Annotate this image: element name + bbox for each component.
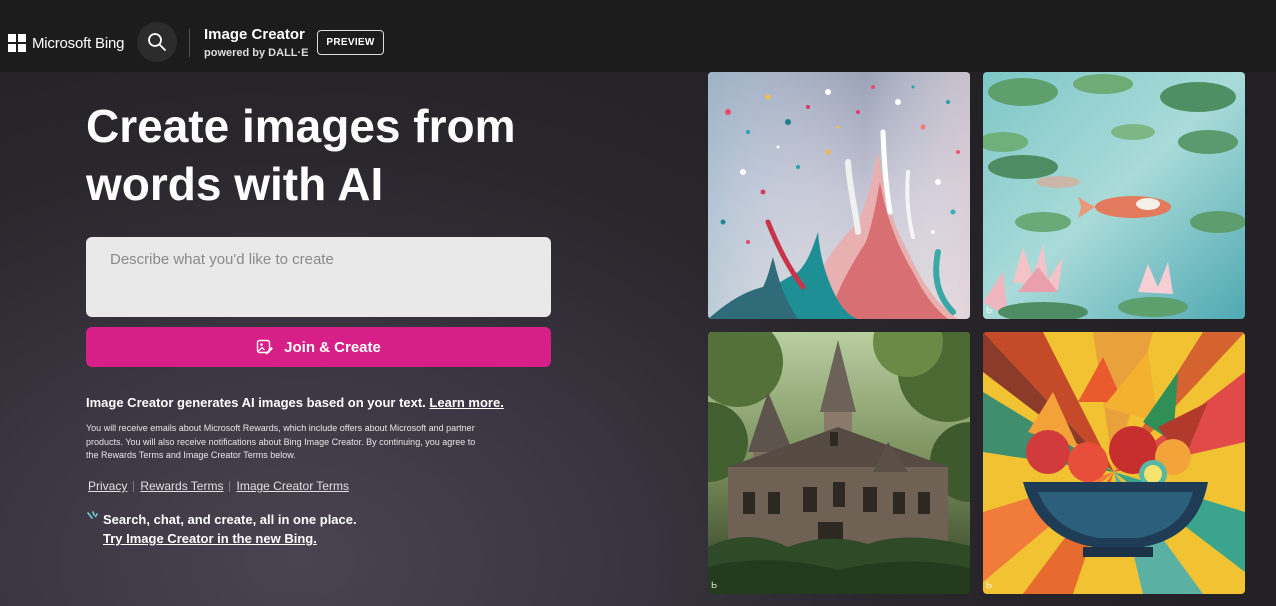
join-create-label: Join & Create — [284, 338, 381, 356]
brand-name: Microsoft Bing — [32, 34, 125, 52]
link-separator — [133, 480, 135, 492]
try-new-bing-link[interactable]: Try Image Creator in the new Bing. — [103, 531, 317, 546]
prompt-box — [86, 237, 551, 317]
page-title: Create images from words with AI — [86, 97, 606, 213]
search-icon — [148, 33, 166, 51]
app-title[interactable]: Image Creator — [204, 26, 305, 43]
gallery-image-fruit-bowl[interactable]: Ь — [983, 332, 1245, 594]
bing-mark-icon: Ь — [986, 581, 993, 592]
gallery-image-paint-splash[interactable] — [708, 72, 970, 319]
image-edit-icon — [256, 339, 274, 355]
header-divider — [189, 29, 190, 57]
learn-more-link[interactable]: Learn more. — [429, 395, 503, 410]
info-description: Image Creator generates AI images based … — [86, 395, 426, 410]
paint-splash-image — [708, 72, 970, 319]
image-creator-terms-link[interactable]: Image Creator Terms — [236, 479, 348, 493]
title-line-1: Create images from — [86, 100, 516, 152]
rewards-terms-link[interactable]: Rewards Terms — [140, 479, 223, 493]
sparkle-icon — [87, 511, 98, 519]
fairytale-house-image — [708, 332, 970, 594]
bing-mark-icon: Ь — [986, 306, 993, 317]
gallery-image-koi-pond[interactable]: Ь — [983, 72, 1245, 319]
legal-links: Privacy Rewards Terms Image Creator Term… — [88, 479, 349, 493]
privacy-link[interactable]: Privacy — [88, 479, 127, 493]
promo-text: Search, chat, and create, all in one pla… — [103, 512, 357, 527]
info-text: Image Creator generates AI images based … — [86, 395, 504, 410]
bing-mark-icon: Ь — [711, 581, 718, 592]
windows-logo-icon — [8, 34, 26, 52]
koi-pond-image — [983, 72, 1245, 319]
prompt-input[interactable] — [110, 251, 527, 303]
app-subtitle: powered by DALL·E — [204, 47, 309, 59]
gallery-image-fairytale-house[interactable]: Ь — [708, 332, 970, 594]
search-button[interactable] — [137, 22, 177, 62]
title-line-2: words with AI — [86, 158, 384, 210]
join-create-button[interactable]: Join & Create — [86, 327, 551, 367]
disclaimer-text: You will receive emails about Microsoft … — [86, 423, 476, 460]
link-separator — [229, 480, 231, 492]
fruit-bowl-image — [983, 332, 1245, 594]
microsoft-bing-logo[interactable]: Microsoft Bing — [8, 34, 124, 52]
preview-badge: PREVIEW — [317, 30, 384, 55]
top-bar — [0, 0, 1276, 72]
